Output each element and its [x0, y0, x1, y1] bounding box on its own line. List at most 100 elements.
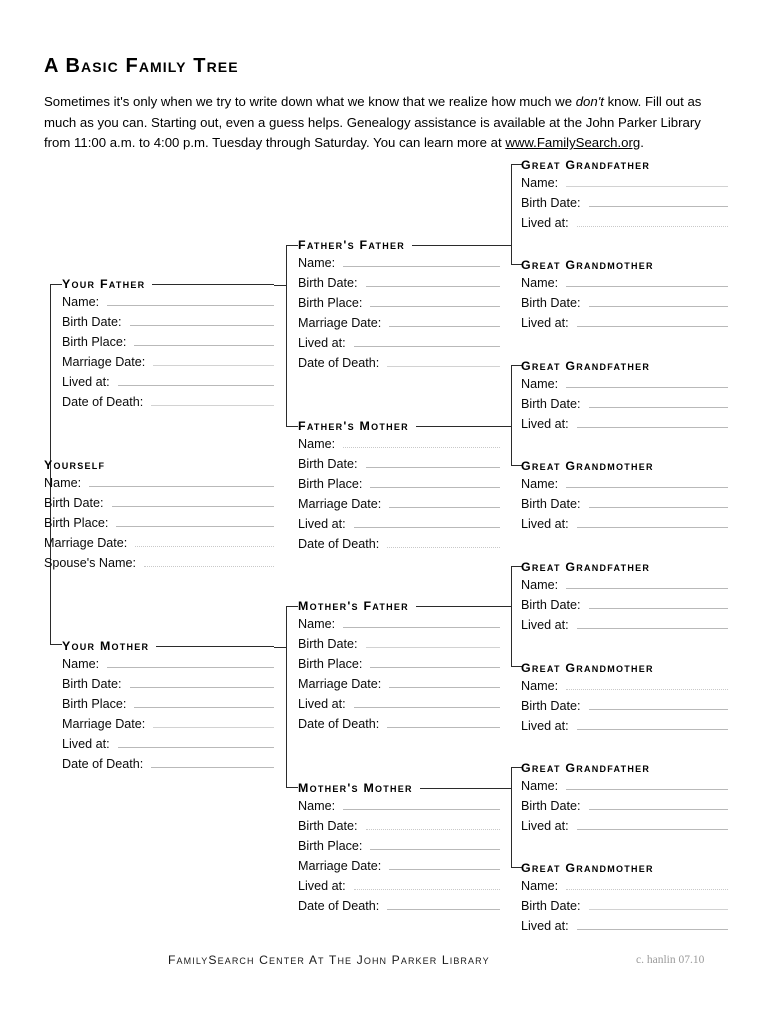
blank-line-marriage-date[interactable] [389, 316, 500, 327]
field-row: Name: [521, 879, 728, 899]
blank-line-lived-at[interactable] [576, 517, 728, 528]
field-row: Name: [298, 256, 500, 276]
familysearch-link[interactable]: www.FamilySearch.org [505, 135, 640, 150]
blank-line-name[interactable] [343, 799, 500, 810]
blank-line-lived-at[interactable] [576, 819, 728, 830]
blank-line-lived-at[interactable] [117, 737, 274, 748]
blank-line-birth-date[interactable] [588, 598, 728, 609]
block-heading-great-grandfather: Great Grandfather [521, 761, 651, 775]
fields-fathers-father: Name: Birth Date: Birth Place: Marriage … [298, 256, 500, 376]
blank-line-date-of-death[interactable] [151, 757, 274, 768]
field-row: Birth Place: [62, 335, 274, 355]
blank-line-lived-at[interactable] [576, 618, 728, 629]
blank-line-name[interactable] [566, 879, 728, 890]
blank-line-birth-place[interactable] [370, 657, 500, 668]
fields-great-grandparent-6: Name: Birth Date: Lived at: [521, 679, 728, 739]
family-tree-worksheet: A Basic Family Tree Sometimes it's only … [0, 0, 770, 1024]
blank-line-name[interactable] [343, 256, 500, 267]
blank-line-birth-date[interactable] [111, 496, 274, 507]
blank-line-date-of-death[interactable] [387, 899, 500, 910]
tick-gg-pair-4 [499, 788, 512, 789]
blank-line-date-of-death[interactable] [151, 395, 274, 406]
blank-line-lived-at[interactable] [353, 336, 500, 347]
fields-great-grandparent-2: Name: Birth Date: Lived at: [521, 276, 728, 336]
blank-line-marriage-date[interactable] [153, 717, 274, 728]
blank-line-birth-date[interactable] [129, 677, 274, 688]
blank-line-name[interactable] [343, 617, 500, 628]
blank-line-birth-date[interactable] [588, 296, 728, 307]
block-your-father: Your Father Name: Birth Date: Birth Plac… [62, 277, 274, 415]
field-row: Birth Date: [298, 637, 500, 657]
blank-line-birth-date[interactable] [588, 899, 728, 910]
block-yourself: Yourself Name: Birth Date: Birth Place: … [44, 458, 274, 576]
blank-line-birth-place[interactable] [116, 516, 274, 527]
blank-line-lived-at[interactable] [576, 316, 728, 327]
fields-great-grandparent-5: Name: Birth Date: Lived at: [521, 578, 728, 638]
blank-line-birth-date[interactable] [588, 497, 728, 508]
fields-great-grandparent-7: Name: Birth Date: Lived at: [521, 779, 728, 839]
blank-line-birth-place[interactable] [370, 477, 500, 488]
blank-line-name[interactable] [107, 295, 274, 306]
blank-line-spouse-name[interactable] [144, 556, 274, 567]
blank-line-date-of-death[interactable] [387, 717, 500, 728]
block-heading-great-grandmother: Great Grandmother [521, 258, 654, 272]
blank-line-name[interactable] [566, 176, 728, 187]
blank-line-marriage-date[interactable] [389, 497, 500, 508]
blank-line-lived-at[interactable] [576, 719, 728, 730]
blank-line-name[interactable] [566, 477, 728, 488]
field-row: Lived at: [521, 719, 728, 739]
blank-line-name[interactable] [89, 476, 274, 487]
blank-line-name[interactable] [107, 657, 274, 668]
blank-line-name[interactable] [566, 679, 728, 690]
block-heading-your-mother: Your Mother [62, 639, 274, 653]
blank-line-name[interactable] [343, 437, 500, 448]
blank-line-marriage-date[interactable] [389, 859, 500, 870]
blank-line-birth-date[interactable] [129, 315, 274, 326]
blank-line-marriage-date[interactable] [153, 355, 274, 366]
blank-line-lived-at[interactable] [576, 919, 728, 930]
field-row: Marriage Date: [298, 316, 500, 336]
block-your-mother: Your Mother Name: Birth Date: Birth Plac… [62, 639, 274, 777]
blank-line-birth-place[interactable] [134, 697, 274, 708]
blank-line-marriage-date[interactable] [135, 536, 274, 547]
blank-line-birth-date[interactable] [588, 799, 728, 810]
blank-line-birth-date[interactable] [588, 699, 728, 710]
blank-line-lived-at[interactable] [353, 879, 500, 890]
intro-text-part3: . [640, 135, 644, 150]
blank-line-lived-at[interactable] [117, 375, 274, 386]
block-great-grandparent-3: Great Grandfather Name: Birth Date: Live… [521, 359, 728, 437]
blank-line-name[interactable] [566, 377, 728, 388]
page-title: A Basic Family Tree [44, 55, 239, 77]
blank-line-date-of-death[interactable] [387, 356, 500, 367]
blank-line-birth-date[interactable] [588, 397, 728, 408]
block-great-grandparent-7: Great Grandfather Name: Birth Date: Live… [521, 761, 728, 839]
footer-credit: c. hanlin 07.10 [636, 954, 705, 966]
tick-mother-spine [274, 647, 287, 648]
blank-line-name[interactable] [566, 276, 728, 287]
field-row: Spouse's Name: [44, 556, 274, 576]
blank-line-lived-at[interactable] [576, 417, 728, 428]
block-mothers-father: Mother's Father Name: Birth Date: Birth … [298, 599, 500, 737]
block-great-grandparent-6: Great Grandmother Name: Birth Date: Live… [521, 661, 728, 739]
blank-line-name[interactable] [566, 779, 728, 790]
blank-line-lived-at[interactable] [576, 216, 728, 227]
blank-line-name[interactable] [566, 578, 728, 589]
blank-line-birth-date[interactable] [588, 196, 728, 207]
fields-great-grandparent-1: Name: Birth Date: Lived at: [521, 176, 728, 236]
blank-line-birth-place[interactable] [370, 839, 500, 850]
blank-line-birth-date[interactable] [365, 637, 500, 648]
field-row: Marriage Date: [62, 355, 274, 375]
tick-father-spine [274, 285, 287, 286]
blank-line-birth-place[interactable] [370, 296, 500, 307]
field-row: Birth Date: [521, 196, 728, 216]
field-row: Date of Death: [62, 395, 274, 415]
blank-line-birth-date[interactable] [365, 819, 500, 830]
blank-line-birth-date[interactable] [365, 457, 500, 468]
blank-line-date-of-death[interactable] [387, 537, 500, 548]
blank-line-birth-date[interactable] [365, 276, 500, 287]
blank-line-birth-place[interactable] [134, 335, 274, 346]
blank-line-marriage-date[interactable] [389, 677, 500, 688]
field-row: Lived at: [521, 316, 728, 336]
blank-line-lived-at[interactable] [353, 697, 500, 708]
blank-line-lived-at[interactable] [353, 517, 500, 528]
